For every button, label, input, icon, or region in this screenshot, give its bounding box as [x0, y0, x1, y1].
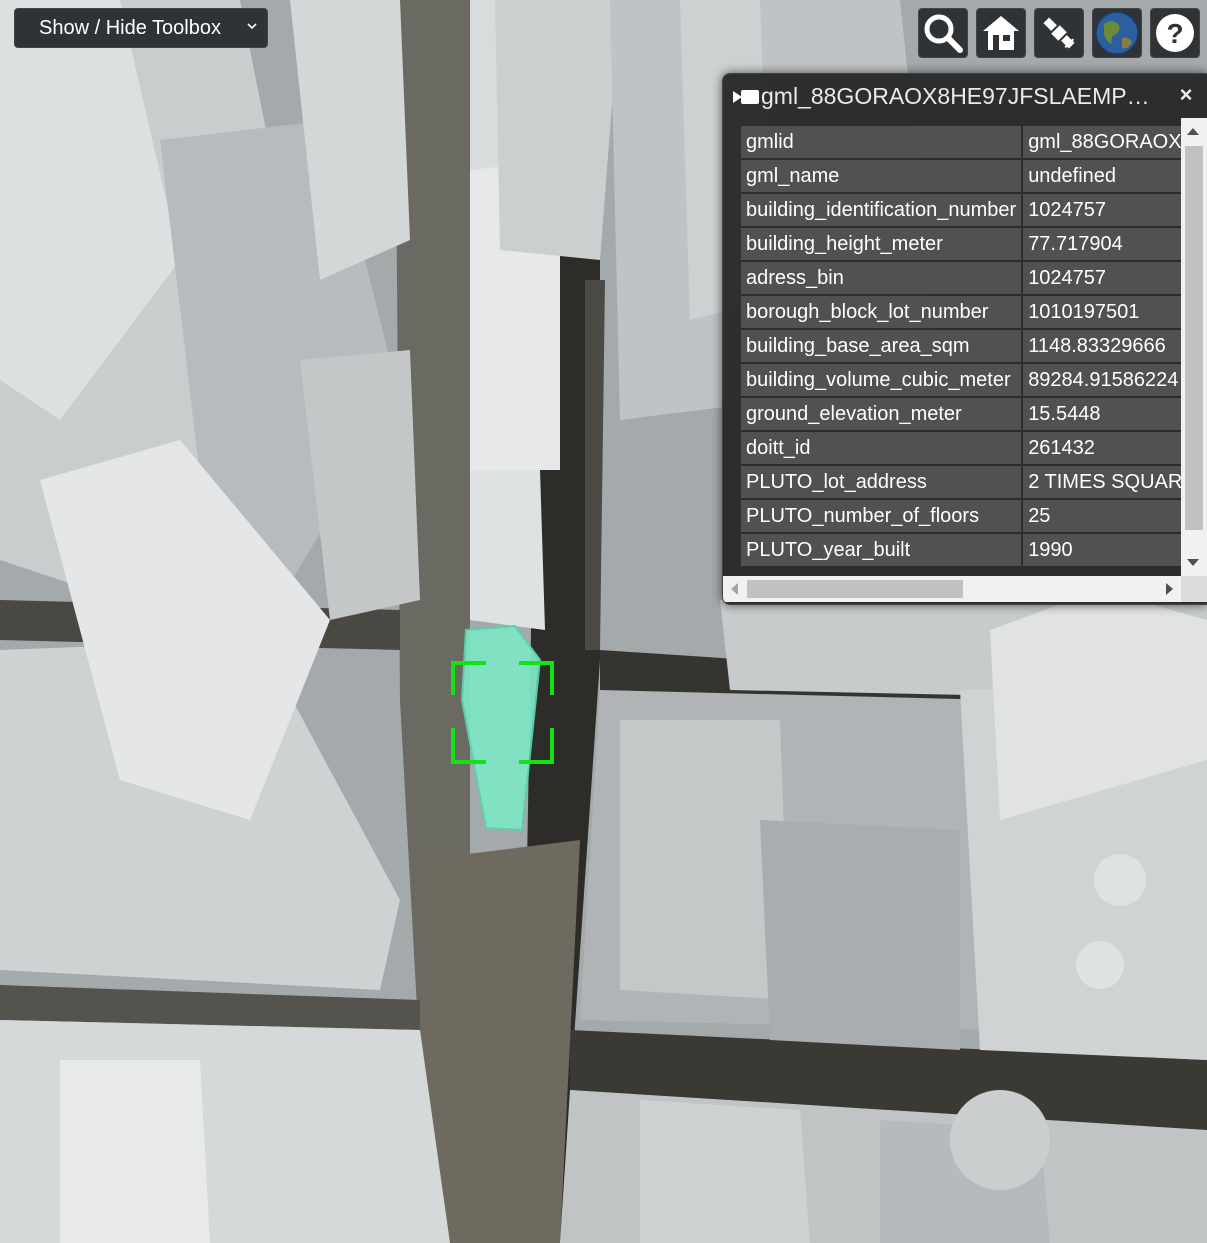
attribute-value: 2 TIMES SQUARE: [1023, 466, 1181, 498]
chevron-down-icon: [247, 23, 257, 30]
toolbox-toggle-label: Show / Hide Toolbox: [39, 16, 221, 39]
attribute-value: 1024757: [1023, 194, 1181, 226]
attribute-value: 1990: [1023, 534, 1181, 566]
attribute-key: borough_block_lot_number: [741, 296, 1022, 328]
attribute-key: doitt_id: [741, 432, 1022, 464]
help-button[interactable]: ?: [1150, 8, 1200, 58]
imagery-picker-button[interactable]: [1034, 8, 1084, 58]
info-box-title-bar: gml_88GORAOX8HE97JFSLAEMPX4RKK2VKM1MHT6S…: [723, 74, 1207, 118]
globe-button[interactable]: [1092, 8, 1142, 58]
toolbox-toggle-button[interactable]: Show / Hide Toolbox: [14, 8, 268, 48]
attribute-key: PLUTO_lot_address: [741, 466, 1022, 498]
attribute-key: gmlid: [741, 126, 1022, 158]
search-icon: [924, 14, 963, 53]
scroll-up-arrow-icon[interactable]: [1187, 128, 1199, 135]
attribute-row: borough_block_lot_number 1010197501: [741, 296, 1181, 328]
attribute-key: ground_elevation_meter: [741, 398, 1022, 430]
close-button[interactable]: ×: [1175, 84, 1197, 106]
attribute-row: building_height_meter 77.717904: [741, 228, 1181, 260]
attribute-value: gml_88GORAOX8HE97JFSLAEMPX4RKK2VKM1MHT6S: [1023, 126, 1181, 158]
scroll-left-arrow-icon[interactable]: [731, 583, 738, 595]
attribute-value: 77.717904: [1023, 228, 1181, 260]
scrollbar-corner: [1181, 576, 1207, 602]
attribute-row: gmlidgml_88GORAOX8HE97JFSLAEMPX4RKK2VKM1…: [741, 126, 1181, 158]
attribute-row: gml_name undefined: [741, 160, 1181, 192]
attribute-value: 1148.83329666: [1023, 330, 1181, 362]
attribute-row: PLUTO_lot_address 2 TIMES SQUARE: [741, 466, 1181, 498]
attribute-value: 25: [1023, 500, 1181, 532]
attribute-row: building_volume_cubic_meter 89284.9158622…: [741, 364, 1181, 396]
search-button[interactable]: [918, 8, 968, 58]
horizontal-scroll-thumb[interactable]: [747, 580, 963, 598]
attribute-row: ground_elevation_meter 15.5448: [741, 398, 1181, 430]
attribute-key: building_volume_cubic_meter: [741, 364, 1022, 396]
info-box: gml_88GORAOX8HE97JFSLAEMPX4RKK2VKM1MHT6S…: [722, 73, 1207, 605]
attribute-key: building_base_area_sqm: [741, 330, 1022, 362]
attribute-key: building_identification_number: [741, 194, 1022, 226]
attribute-value: 1024757: [1023, 262, 1181, 294]
horizontal-scrollbar[interactable]: [723, 576, 1181, 602]
vertical-scrollbar[interactable]: [1181, 118, 1207, 576]
vertical-scroll-thumb[interactable]: [1185, 146, 1203, 530]
attribute-row: doitt_id 261432: [741, 432, 1181, 464]
attribute-value: 1010197501: [1023, 296, 1181, 328]
attribute-row: building_base_area_sqm 1148.83329666: [741, 330, 1181, 362]
satellite-icon: [1043, 17, 1075, 49]
camera-icon[interactable]: [733, 88, 761, 106]
attribute-value: undefined: [1023, 160, 1181, 192]
attribute-row: PLUTO_number_of_floors 25: [741, 500, 1181, 532]
attribute-key: building_height_meter: [741, 228, 1022, 260]
attribute-key: PLUTO_number_of_floors: [741, 500, 1022, 532]
attribute-table: gmlidgml_88GORAOX8HE97JFSLAEMPX4RKK2VKM1…: [739, 124, 1181, 568]
attribute-row: PLUTO_year_built 1990: [741, 534, 1181, 566]
globe-icon: [1095, 11, 1139, 55]
attribute-key: adress_bin: [741, 262, 1022, 294]
attribute-key: PLUTO_year_built: [741, 534, 1022, 566]
attribute-value: 89284.91586224: [1023, 364, 1181, 396]
attribute-value: 15.5448: [1023, 398, 1181, 430]
svg-text:?: ?: [1166, 18, 1183, 49]
attribute-value: 261432: [1023, 432, 1181, 464]
home-icon: [983, 16, 1019, 50]
help-icon: ?: [1156, 14, 1194, 52]
attribute-row: building_identification_number 1024757: [741, 194, 1181, 226]
attribute-key: gml_name: [741, 160, 1022, 192]
home-button[interactable]: [976, 8, 1026, 58]
attribute-row: adress_bin 1024757: [741, 262, 1181, 294]
info-box-title: gml_88GORAOX8HE97JFSLAEMPX4RKK2VKM1MHT6S: [761, 83, 1153, 109]
scroll-down-arrow-icon[interactable]: [1187, 559, 1199, 566]
attribute-table-container[interactable]: gmlidgml_88GORAOX8HE97JFSLAEMPX4RKK2VKM1…: [739, 124, 1181, 575]
scroll-right-arrow-icon[interactable]: [1166, 583, 1173, 595]
